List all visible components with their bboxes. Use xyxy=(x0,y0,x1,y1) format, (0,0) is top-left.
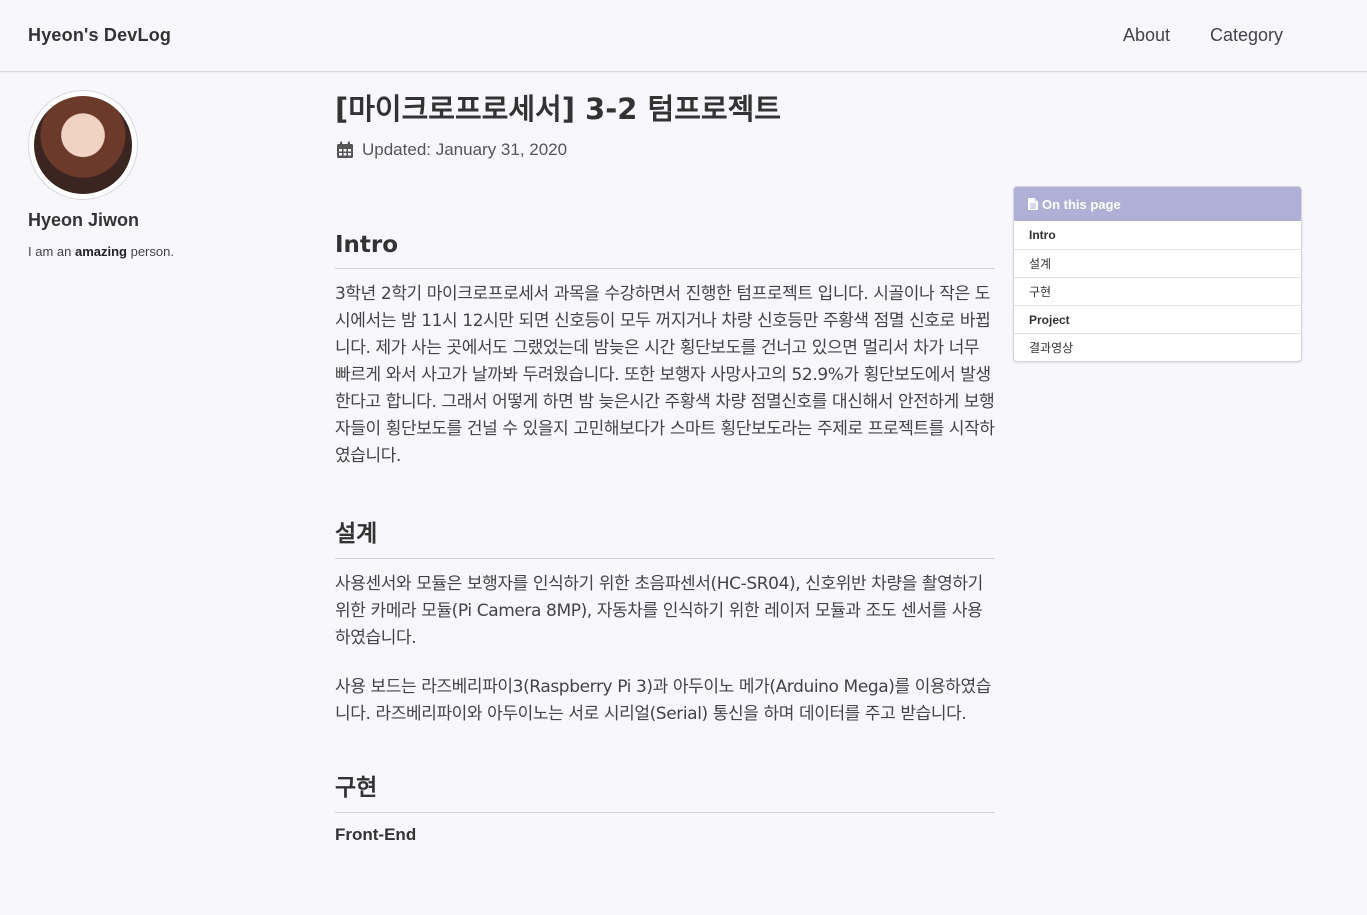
toc-item-intro[interactable]: Intro xyxy=(1014,221,1301,249)
author-sidebar: Hyeon Jiwon I am an amazing person. xyxy=(28,90,268,259)
site-title-link[interactable]: Hyeon's DevLog xyxy=(28,25,171,46)
section-impl: 구현 Front-End xyxy=(335,768,995,845)
toc-item-project[interactable]: Project xyxy=(1014,305,1301,333)
toc-item-impl[interactable]: 구현 xyxy=(1014,277,1301,305)
author-bio-prefix: I am an xyxy=(28,244,75,259)
post-content: Intro 3학년 2학기 마이크로프로세서 과목을 수강하면서 진행한 텀프로… xyxy=(335,232,995,845)
intro-paragraph: 3학년 2학기 마이크로프로세서 과목을 수강하면서 진행한 텀프로젝트 입니다… xyxy=(335,284,995,466)
page-meta: Updated: January 31, 2020 xyxy=(336,140,567,160)
toc-title: On this page xyxy=(1042,196,1121,212)
frontend-subheading: Front-End xyxy=(335,825,417,844)
impl-heading: 구현 xyxy=(335,768,995,813)
page-title: [마이크로프로세서] 3-2 텀프로젝트 xyxy=(335,92,781,126)
table-of-contents: On this page Intro 설계 구현 Project 결과영상 xyxy=(1013,186,1302,362)
nav-about[interactable]: About xyxy=(1123,25,1170,46)
author-bio-bold: amazing xyxy=(74,244,127,259)
design-heading: 설계 xyxy=(335,514,995,559)
toc-item-result-video[interactable]: 결과영상 xyxy=(1014,333,1301,361)
masthead: Hyeon's DevLog About Category xyxy=(0,0,1367,72)
section-intro: Intro 3학년 2학기 마이크로프로세서 과목을 수강하면서 진행한 텀프로… xyxy=(335,232,995,470)
section-design: 설계 사용센서와 모듈은 보행자를 인식하기 위한 초음파센서(HC-SR04)… xyxy=(335,514,995,728)
toc-header: On this page xyxy=(1014,187,1301,221)
author-bio-suffix: person. xyxy=(126,244,174,259)
author-bio: I am an amazing person. xyxy=(28,244,268,259)
avatar-photo xyxy=(34,96,132,194)
author-name: Hyeon Jiwon xyxy=(28,210,140,230)
design-paragraph-1: 사용센서와 모듈은 보행자를 인식하기 위한 초음파센서(HC-SR04), 신… xyxy=(335,574,983,648)
file-text-icon xyxy=(1028,198,1038,210)
design-paragraph-2: 사용 보드는 라즈베리파이3(Raspberry Pi 3)과 아두이노 메가(… xyxy=(335,677,991,724)
calendar-icon xyxy=(337,141,353,158)
nav-category[interactable]: Category xyxy=(1210,25,1283,46)
updated-date: Updated: January 31, 2020 xyxy=(362,140,568,159)
toc-item-design[interactable]: 설계 xyxy=(1014,249,1301,277)
intro-heading: Intro xyxy=(335,232,995,269)
avatar xyxy=(28,90,138,200)
